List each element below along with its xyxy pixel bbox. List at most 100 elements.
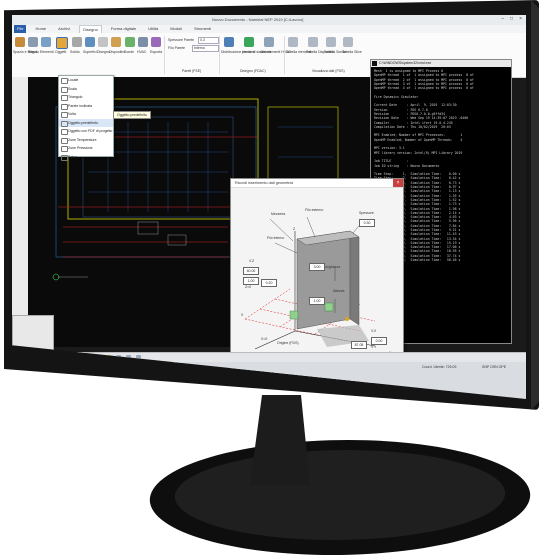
ribbon-button-label: Sonde (124, 50, 135, 54)
close-icon[interactable]: × (393, 179, 403, 187)
object-icon (61, 120, 68, 127)
menu-item-label: Oggetto con FDF di progetto (68, 129, 113, 133)
menu-item-locale[interactable]: Locale (59, 76, 113, 85)
menu-item-oggetto-fdf[interactable]: Oggetto con FDF di progetto (59, 127, 113, 136)
tab-file[interactable]: File (14, 25, 27, 33)
menu-item-label: Parete inclinata (68, 103, 93, 108)
tab-moduli[interactable]: Moduli (167, 25, 185, 33)
wall-diagram (244, 216, 376, 350)
cmd-title: C:\WINDOWS\system32\cmd.exe (379, 61, 432, 65)
wall-thickness-combo[interactable]: 0,3 (198, 37, 219, 44)
menu-item-parete-inclinata[interactable]: Parete inclinata (59, 102, 113, 111)
objects-icon[interactable] (56, 37, 68, 49)
ribbon-separator (284, 36, 285, 74)
screen: Nuovo Documento - Namirial NEP 2019 [C:\… (12, 15, 526, 399)
table-icon[interactable] (343, 37, 353, 47)
spessore-value[interactable]: 0.30 (359, 219, 375, 227)
minimize-icon[interactable]: – (501, 16, 504, 22)
label-vx: V.X (371, 329, 377, 333)
surface-icon[interactable] (85, 37, 95, 47)
vault-icon (61, 112, 68, 118)
wall-side (349, 230, 360, 326)
ribbon-button-label: Oggetti (55, 50, 67, 54)
menu-item-label: Scala (68, 86, 77, 91)
solid-icon[interactable] (72, 37, 82, 47)
left-toolbar (12, 77, 29, 337)
tab-forma-digitale[interactable]: Forma digitale (108, 25, 139, 33)
menu-item-volta[interactable]: Volta (59, 110, 113, 119)
cmd-icon (372, 61, 377, 66)
menu-item-label: Triangolo (68, 95, 83, 99)
tab-strumenti[interactable]: Strumenti (191, 25, 214, 33)
room-icon (61, 78, 68, 84)
filo-value[interactable]: 0.20 (261, 279, 277, 287)
menu-item-scala[interactable]: Scala (59, 85, 113, 94)
status-modes: SNP OSN OPE (482, 365, 507, 369)
tab-utilita[interactable]: Utilità (145, 25, 161, 33)
label-vz: V.Z (249, 259, 255, 263)
menu-item-label: Solco (68, 154, 77, 159)
elements-icon[interactable] (41, 37, 51, 47)
coords-readout: Coord. Utente: 725.09 (422, 365, 457, 369)
stairs-icon (61, 86, 68, 93)
space-icon[interactable] (15, 37, 25, 47)
label-z-axis: Z (293, 227, 296, 231)
maximize-icon[interactable]: □ (510, 16, 513, 22)
combo-label: Filo Parete (168, 46, 185, 50)
menu-item-triangolo[interactable]: Triangolo (59, 93, 113, 102)
hvac-icon[interactable] (138, 37, 148, 47)
dialog-title: Ricordi inserimento dati geometrici (235, 181, 294, 185)
title-bar: Nuovo Documento - Namirial NEP 2019 [C:\… (12, 15, 526, 25)
altezza-value[interactable]: 1.00 (309, 297, 325, 305)
vz-value[interactable]: 40.00 (243, 267, 259, 275)
sloped-wall-icon (61, 103, 68, 110)
table-icon[interactable] (288, 37, 298, 47)
objects-dropdown: Locale Scala Triangolo Parete inclinata … (58, 75, 114, 161)
ribbon-button-label: Elementi (40, 50, 54, 54)
lunghezza-value[interactable]: 3.00 (309, 263, 325, 271)
z0-value[interactable]: 1.00 (243, 277, 259, 285)
vx-value[interactable]: 87.05 (351, 341, 367, 349)
ribbon-separator (219, 36, 220, 74)
corner-marker-box (289, 310, 299, 320)
dialog-title-bar: Ricordi inserimento dati geometrici × (231, 179, 403, 188)
pressure-icon (61, 146, 68, 152)
tab-archivi[interactable]: Archivi (55, 25, 73, 33)
tab-disegno[interactable]: Disegno (79, 25, 102, 33)
tab-home[interactable]: Home (32, 25, 49, 33)
export-icon[interactable] (151, 37, 161, 47)
table-icon[interactable] (308, 37, 318, 47)
ribbon-button-label: Solido (70, 50, 80, 54)
angle-icon[interactable] (28, 37, 38, 47)
label-spessore: Spessore (359, 211, 374, 215)
people-icon[interactable] (224, 37, 234, 47)
table-icon[interactable] (326, 37, 336, 47)
ribbon-button-label: HVAC (137, 50, 147, 54)
probe-icon[interactable] (125, 37, 135, 47)
devices-icon[interactable] (111, 37, 121, 47)
close-icon[interactable]: × (519, 16, 522, 22)
vy-value[interactable]: 0.00 (371, 337, 387, 345)
menu-item-oggetto-predefinito[interactable]: Oggetto predefinito (59, 118, 113, 127)
label-z0: Z=0 (245, 285, 252, 289)
ribbon-button-label: Dispositivi (109, 50, 125, 54)
menu-item-zone-temperature[interactable]: Zone Temperature (59, 136, 113, 145)
ribbon-tabs: File Home Archivi Disegno Forma digitale… (12, 25, 526, 33)
label-x0: X=0 (261, 337, 268, 341)
combo-label: Spessore Parete (168, 38, 195, 42)
ribbon-button-label: Superfici (83, 50, 97, 54)
object-fdf-icon (61, 129, 68, 135)
hvac-elements-icon[interactable] (264, 37, 274, 47)
cmd-title-bar: C:\WINDOWS\system32\cmd.exe (371, 60, 511, 67)
group-label: Disegno (FDAC) (240, 69, 266, 73)
menu-item-zone-pressione[interactable]: Zone Pressione (59, 144, 113, 153)
draw-icon[interactable] (98, 37, 108, 47)
label-altezza: Altezza (333, 289, 345, 293)
window-title: Nuovo Documento - Namirial NEP 2019 [C:\… (212, 17, 304, 22)
menu-item-solco[interactable]: Solco (59, 153, 113, 162)
exit-icon[interactable] (244, 37, 254, 47)
wall-side-combo[interactable]: Interno (192, 45, 219, 52)
menu-item-label: Zone Pressione (68, 146, 93, 150)
origin-marker (345, 317, 349, 321)
label-mezzeria: Mezzeria (271, 212, 286, 216)
